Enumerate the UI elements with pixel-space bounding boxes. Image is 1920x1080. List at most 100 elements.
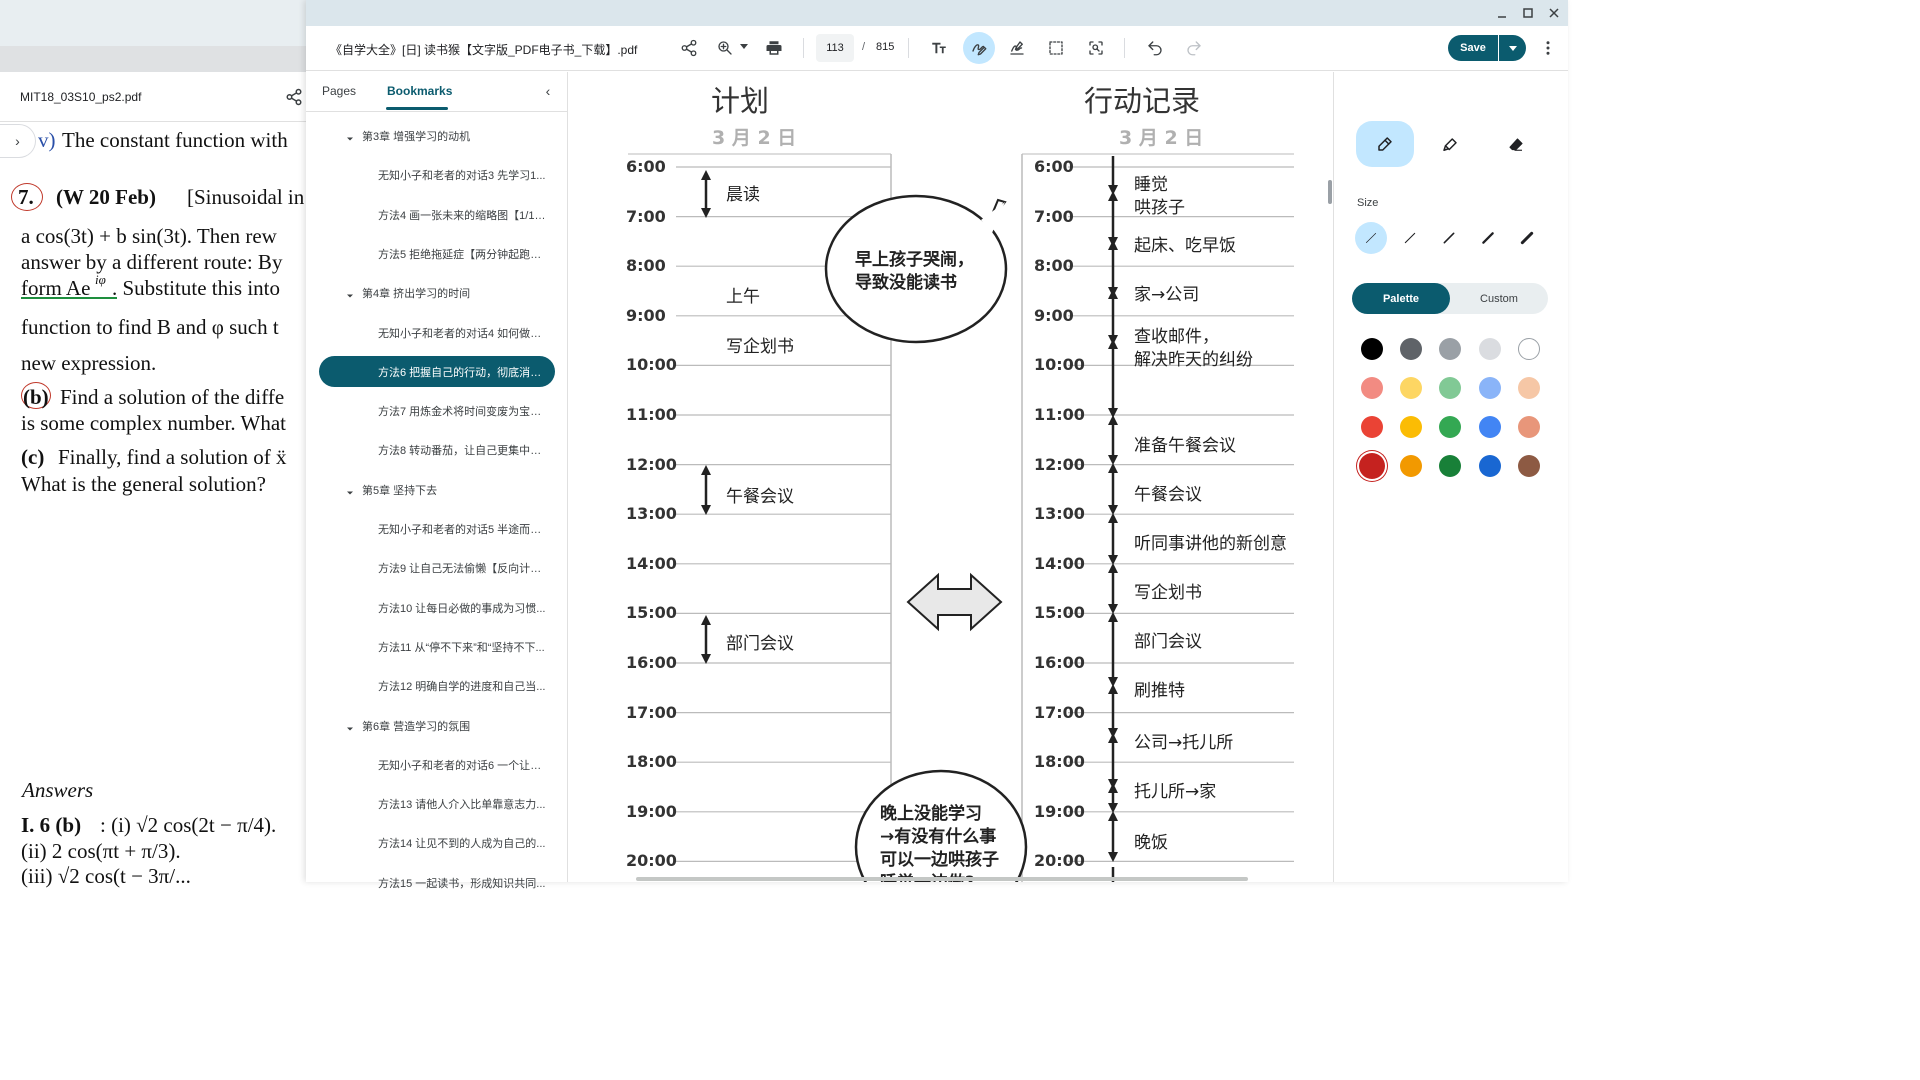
selection-icon <box>1049 41 1063 55</box>
size-option-1[interactable] <box>1355 222 1387 254</box>
eraser-tool-button[interactable] <box>1502 132 1530 158</box>
color-swatch[interactable] <box>1478 416 1501 438</box>
page-number-input[interactable]: 113 <box>816 34 854 62</box>
doc-line-8: Find a solution of the diffe <box>60 385 285 409</box>
bookmark-item[interactable]: 方法7 用炼金术将时间变废为宝【... <box>378 403 548 419</box>
undo-button[interactable] <box>1140 33 1170 63</box>
toolbar-divider-1 <box>803 38 804 58</box>
signature-tool-button[interactable] <box>1002 33 1032 63</box>
chevron-down-icon[interactable] <box>345 288 355 298</box>
bubble-top-line-1: 早上孩子哭闹， <box>855 250 974 270</box>
plan-time-label: 20:00 <box>626 851 677 871</box>
size-option-3[interactable] <box>1433 222 1465 254</box>
save-button[interactable]: Save <box>1448 35 1498 61</box>
record-dept: 部门会议 <box>1134 632 1202 652</box>
color-swatch[interactable] <box>1517 455 1540 477</box>
size-option-5[interactable] <box>1511 222 1543 254</box>
bookmark-chapter[interactable]: 第6章 营造学习的氛围 <box>362 718 470 734</box>
bookmark-item-selected[interactable]: 方法6 把握自己的行动，彻底消灭... <box>378 364 548 380</box>
record-time-label: 14:00 <box>1034 553 1085 573</box>
record-hour-lines <box>1068 166 1294 863</box>
share-button[interactable] <box>674 33 704 63</box>
highlighter-tool-button[interactable] <box>1436 132 1464 158</box>
plan-time-label: 13:00 <box>626 504 677 524</box>
viewer-titlebar <box>306 0 1568 26</box>
annotate-pen-icon <box>972 44 987 56</box>
highlighter-icon <box>1443 138 1457 151</box>
color-swatch[interactable] <box>1361 338 1383 360</box>
chevron-down-icon[interactable] <box>345 721 355 731</box>
bookmark-item[interactable]: 方法13 请他人介入比单靠意志力... <box>378 796 548 812</box>
document-title: 《自学大全》[日] 读书猴【文字版_PDF电子书_下载】.pdf <box>330 43 638 57</box>
color-swatch[interactable] <box>1361 377 1383 399</box>
record-time-label: 17:00 <box>1034 702 1085 722</box>
plan-time-label: 9:00 <box>626 305 666 325</box>
plan-date: 3 月 2 日 <box>712 127 797 149</box>
color-swatch[interactable] <box>1517 416 1540 438</box>
zoom-dropdown-icon[interactable] <box>740 44 748 49</box>
draw-tool-button[interactable] <box>963 32 995 64</box>
doc-line-6: function to find B and φ such t <box>21 315 279 339</box>
bookmark-item[interactable]: 方法5 拒绝拖延症【两分钟起跑法... <box>378 246 548 262</box>
horizontal-scrollbar-thumb[interactable] <box>636 877 1248 881</box>
search-text-button[interactable] <box>1081 33 1111 63</box>
doc-line-2a: (W 20 Feb) <box>56 185 156 209</box>
bookmark-item[interactable]: 无知小子和老者的对话5 半途而废... <box>378 521 548 537</box>
bookmark-item[interactable]: 方法11 从“停不下来”和“坚持不下... <box>378 639 548 655</box>
record-time-label: 11:00 <box>1034 405 1085 424</box>
color-swatch[interactable] <box>1361 416 1383 438</box>
size-option-2[interactable] <box>1394 222 1426 254</box>
bookmark-item[interactable]: 方法15 一起读书，形成知识共同... <box>378 875 548 891</box>
more-options-button[interactable] <box>1533 33 1563 63</box>
left-expand-button[interactable]: › <box>0 124 36 158</box>
color-swatch[interactable] <box>1478 338 1501 360</box>
minimize-button[interactable] <box>1494 6 1510 22</box>
select-area-button[interactable] <box>1041 33 1071 63</box>
bookmark-item[interactable]: 方法8 转动番茄，让自己更集中【... <box>378 442 548 458</box>
record-dinner: 晚饭 <box>1134 833 1168 853</box>
chevron-down-icon[interactable] <box>345 131 355 141</box>
color-swatch[interactable] <box>1517 377 1540 399</box>
bookmark-item[interactable]: 方法12 明确自学的进度和自己当... <box>378 678 548 694</box>
zoom-button[interactable] <box>710 33 740 63</box>
plan-time-label: 8:00 <box>626 256 666 276</box>
tab-bookmarks[interactable]: Bookmarks <box>387 84 452 98</box>
maximize-button[interactable] <box>1520 5 1536 21</box>
record-time-label: 20:00 <box>1034 851 1085 871</box>
custom-tab[interactable]: Custom <box>1450 283 1548 314</box>
left-window-tabstrip <box>0 46 306 72</box>
text-tool-button[interactable] <box>924 33 954 63</box>
toolbar-divider-2 <box>908 38 909 58</box>
color-swatch[interactable] <box>1357 451 1387 481</box>
collapse-panel-button[interactable]: ‹ <box>541 84 555 98</box>
color-swatch[interactable] <box>1478 455 1501 477</box>
palette-tab[interactable]: Palette <box>1352 283 1450 314</box>
bookmark-item[interactable]: 方法9 让自己无法偷懒【反向计划... <box>378 560 548 576</box>
bookmark-chapter[interactable]: 第4章 挤出学习的时间 <box>362 285 470 301</box>
print-button[interactable] <box>759 33 789 63</box>
bookmark-item[interactable]: 方法10 让每日必做的事成为习惯... <box>378 600 548 616</box>
plan-item-write-plan: 写企划书 <box>726 337 794 357</box>
chevron-down-icon[interactable] <box>345 485 355 495</box>
color-swatch[interactable] <box>1517 338 1540 360</box>
record-daycare: 公司→托儿所 <box>1134 733 1234 753</box>
bookmark-chapter[interactable]: 第3章 增强学习的动机 <box>362 128 470 144</box>
bookmark-item[interactable]: 方法14 让见不到的人成为自己的... <box>378 835 548 851</box>
plan-item-morning-read: 晨读 <box>726 185 760 205</box>
close-window-button[interactable] <box>1546 5 1562 21</box>
plan-time-label: 11:00 <box>626 405 677 424</box>
bookmark-item[interactable]: 无知小子和老者的对话3 先学习1... <box>378 167 548 183</box>
size-option-4[interactable] <box>1472 222 1504 254</box>
size-label: Size <box>1357 197 1379 209</box>
bookmark-item[interactable]: 方法4 画一张未来的缩略图【1/10... <box>378 207 548 223</box>
tab-pages[interactable]: Pages <box>322 84 356 98</box>
pen-tool-button[interactable] <box>1356 121 1414 167</box>
save-dropdown-button[interactable] <box>1499 35 1526 61</box>
bookmark-chapter[interactable]: 第5章 坚持下去 <box>362 482 437 498</box>
vertical-scrollbar-thumb[interactable] <box>1328 180 1332 204</box>
redo-button[interactable] <box>1179 33 1209 63</box>
left-share-icon[interactable] <box>285 88 303 106</box>
bookmark-item[interactable]: 无知小子和老者的对话6 一个让人... <box>378 757 548 773</box>
color-swatch[interactable] <box>1478 377 1501 399</box>
bookmark-item[interactable]: 无知小子和老者的对话4 如何做取... <box>378 325 548 341</box>
